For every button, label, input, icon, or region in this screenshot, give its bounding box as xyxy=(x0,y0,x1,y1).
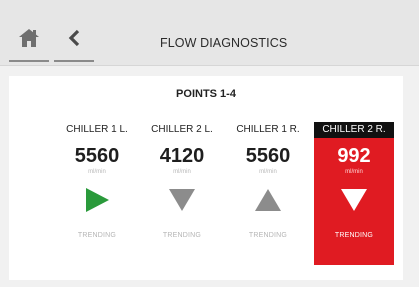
triangle-down-icon xyxy=(169,189,195,211)
page-title: FLOW DIAGNOSTICS xyxy=(160,36,288,50)
card-unit: ml/min xyxy=(345,169,363,175)
card-name: CHILLER 2 R. xyxy=(314,122,394,138)
card-name: CHILLER 1 L. xyxy=(66,124,128,135)
card-value: 5560 xyxy=(74,145,120,167)
triangle-up-icon xyxy=(255,189,281,211)
top-bar: FLOW DIAGNOSTICS xyxy=(0,0,419,66)
sensor-card-chiller-2-r[interactable]: CHILLER 2 R. 992 ml/min TRENDING xyxy=(314,122,394,265)
play-right-icon xyxy=(86,188,109,212)
card-unit: ml/min xyxy=(173,169,191,175)
card-value: 5560 xyxy=(245,145,291,167)
sensor-card-chiller-1-l[interactable]: CHILLER 1 L. 5560 ml/min TRENDING xyxy=(57,122,137,265)
card-footer: TRENDING xyxy=(334,232,374,239)
back-button[interactable] xyxy=(54,14,94,62)
card-footer: TRENDING xyxy=(248,232,288,239)
card-value: 992 xyxy=(337,145,371,167)
home-icon xyxy=(19,29,39,47)
diagnostics-panel: POINTS 1-4 CHILLER 1 L. 5560 ml/min TREN… xyxy=(9,76,403,280)
card-footer: TRENDING xyxy=(77,232,117,239)
chevron-left-icon xyxy=(68,29,80,47)
section-title: POINTS 1-4 xyxy=(176,88,236,100)
home-button-underline xyxy=(9,60,49,62)
card-unit: ml/min xyxy=(259,169,277,175)
sensor-card-chiller-2-l[interactable]: CHILLER 2 L. 4120 ml/min TRENDING xyxy=(142,122,222,265)
triangle-down-icon xyxy=(341,189,367,211)
card-footer: TRENDING xyxy=(162,232,202,239)
card-unit: ml/min xyxy=(88,169,106,175)
card-name: CHILLER 2 L. xyxy=(151,124,213,135)
home-button[interactable] xyxy=(9,14,49,62)
card-value: 4120 xyxy=(159,145,205,167)
card-name: CHILLER 1 R. xyxy=(236,124,300,135)
back-button-underline xyxy=(54,60,94,62)
sensor-card-chiller-1-r[interactable]: CHILLER 1 R. 5560 ml/min TRENDING xyxy=(228,122,308,265)
